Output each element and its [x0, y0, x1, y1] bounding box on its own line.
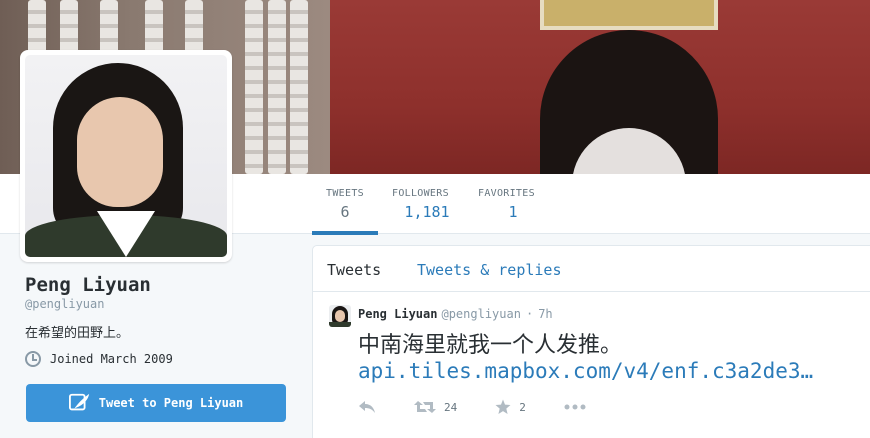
banner-column — [245, 0, 263, 174]
profile-avatar[interactable] — [20, 50, 232, 262]
avatar-photo — [25, 55, 227, 257]
tweet-text: 中南海里就我一个人发推。 — [358, 333, 623, 358]
stat-label: FOLLOWERS — [392, 188, 449, 199]
banner-sign — [540, 0, 718, 30]
tweet-link[interactable]: api.tiles.mapbox.com/v4/enf.c3a2de3… — [358, 359, 813, 383]
tweet-separator: · — [525, 307, 534, 321]
avatar-face — [77, 97, 163, 207]
stat-label: FAVORITES — [478, 188, 535, 199]
banner-column — [268, 0, 286, 174]
profile-name[interactable]: Peng Liyuan — [25, 274, 151, 296]
tweet-author-name[interactable]: Peng Liyuan — [358, 307, 437, 321]
stat-favorites[interactable]: FAVORITES 1 — [478, 174, 548, 234]
favorite-button[interactable]: 2 — [495, 399, 526, 415]
more-icon — [564, 404, 586, 410]
retweet-count: 24 — [444, 400, 458, 414]
stat-tweets[interactable]: TWEETS 6 — [312, 174, 378, 235]
stat-value: 1,181 — [404, 203, 450, 221]
reply-icon — [359, 401, 375, 413]
banner-column — [290, 0, 308, 174]
tweet-to-button[interactable]: Tweet to Peng Liyuan — [26, 384, 286, 422]
stat-value: 1 — [508, 203, 518, 221]
tweet-author-handle[interactable]: @pengliyuan — [441, 307, 520, 321]
joined-date: Joined March 2009 — [25, 351, 173, 367]
tab-tweets-and-replies[interactable]: Tweets & replies — [417, 261, 562, 279]
stat-label: TWEETS — [326, 188, 364, 199]
timeline-tabs: Tweets Tweets & replies — [313, 246, 870, 292]
retweet-button[interactable]: 24 — [414, 399, 457, 415]
tab-tweets[interactable]: Tweets — [327, 261, 381, 279]
star-icon — [495, 399, 511, 414]
more-button[interactable] — [564, 404, 586, 410]
joined-text: Joined March 2009 — [50, 352, 173, 366]
tweet-avatar[interactable] — [329, 305, 351, 327]
stat-value: 6 — [340, 203, 350, 221]
profile-handle[interactable]: @pengliyuan — [25, 297, 104, 311]
quill-icon — [68, 393, 89, 411]
retweet-icon — [414, 401, 436, 413]
clock-icon — [25, 351, 41, 367]
reply-button[interactable] — [358, 399, 376, 415]
profile-bio: 在希望的田野上。 — [25, 326, 130, 341]
tweet-actions: 24 2 — [358, 397, 624, 417]
favorite-count: 2 — [519, 400, 526, 414]
stat-followers[interactable]: FOLLOWERS 1,181 — [392, 174, 462, 234]
tweet-timestamp[interactable]: 7h — [538, 307, 552, 321]
tweet-to-label: Tweet to Peng Liyuan — [98, 396, 244, 410]
timeline: Tweets Tweets & replies Peng Liyuan @peng… — [312, 245, 870, 438]
tweet-header: Peng Liyuan @pengliyuan · 7h — [358, 307, 553, 321]
